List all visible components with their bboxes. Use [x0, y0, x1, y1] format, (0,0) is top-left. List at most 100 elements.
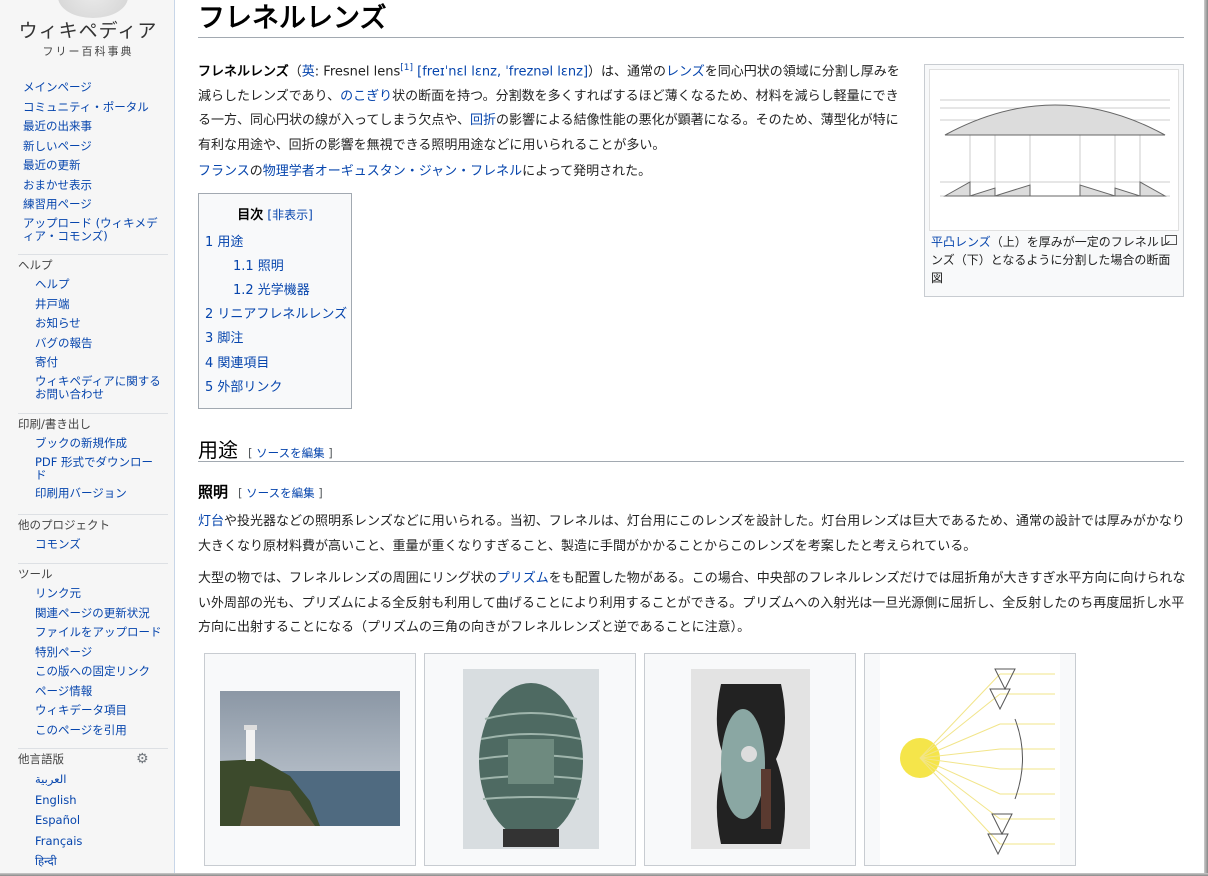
link-prism[interactable]: プリズム — [497, 571, 549, 586]
nav-item[interactable]: お知らせ — [35, 314, 168, 334]
toc-item[interactable]: 1.2 光学機器 — [233, 279, 310, 298]
lang-item[interactable]: English — [35, 790, 168, 811]
nav-item[interactable]: メインページ — [23, 78, 163, 98]
gallery-item — [864, 653, 1076, 866]
text: : Fresnel lens — [314, 64, 401, 80]
title-divider — [198, 37, 1184, 38]
nav-item[interactable]: リンク元 — [35, 584, 168, 604]
nav-item[interactable]: おまかせ表示 — [23, 176, 163, 196]
bracket: ] — [324, 446, 333, 460]
text: によって発明された。 — [522, 164, 652, 179]
figure-caption: 平凸レンズ（上）を厚みが一定のフレネルレンズ（下）となるように分割した場合の断面… — [931, 233, 1177, 287]
link-physicist[interactable]: 物理学者 — [263, 164, 315, 179]
edit-section: [ ソースを編集 ] — [248, 446, 333, 460]
table-of-contents: 目次 [非表示] 1 用途 1.1 照明 1.2 光学機器 2 リニアフレネルレ… — [198, 193, 352, 409]
section-title: 用途 — [198, 438, 238, 462]
nav-main: メインページ コミュニティ・ポータル 最近の出来事 新しいページ 最近の更新 お… — [23, 78, 163, 245]
nav-item[interactable]: ヘルプ — [35, 275, 168, 295]
edit-source-link[interactable]: ソースを編集 — [246, 486, 314, 500]
edit-source-link[interactable]: ソースを編集 — [256, 446, 324, 460]
nav-item[interactable]: 井戸端 — [35, 295, 168, 315]
toc-item[interactable]: 5 外部リンク — [205, 376, 282, 395]
toc-item[interactable]: 4 関連項目 — [205, 352, 269, 371]
link-fresnel[interactable]: オーギュスタン・ジャン・フレネル — [315, 164, 522, 179]
wikipedia-logo[interactable]: ウィキペディア フリー百科事典 — [18, 0, 158, 59]
toc-header: 目次 [非表示] — [199, 204, 351, 223]
nav-item[interactable]: ファイルをアップロード — [35, 623, 168, 643]
inventor-paragraph: フランスの物理学者オーギュスタン・ジャン・フレネルによって発明された。 — [198, 160, 908, 185]
article-content: フレネルレンズ フレネルレンズ（英: Fresnel lens[1] [freɪ… — [175, 0, 1205, 876]
portal-projects: 他のプロジェクト コモンズ — [18, 514, 168, 555]
link-france[interactable]: フランス — [198, 164, 250, 179]
nav-item[interactable]: 寄付 — [35, 353, 168, 373]
intro-paragraph: フレネルレンズ（英: Fresnel lens[1] [freɪˈnɛl lɛn… — [198, 56, 908, 158]
toc-title: 目次 — [237, 208, 264, 223]
nav-item[interactable]: 新しいページ — [23, 137, 163, 157]
lang-item[interactable]: العربية — [35, 769, 168, 790]
nav-item[interactable]: 練習用ページ — [23, 195, 163, 215]
portal-heading: ツール — [18, 567, 53, 581]
portal-print: 印刷/書き出し ブックの新規作成 PDF 形式でダウンロード 印刷用バージョン — [18, 413, 168, 503]
nav-item[interactable]: 関連ページの更新状況 — [35, 604, 168, 624]
reference-link[interactable]: [1] — [400, 63, 413, 73]
link-lens[interactable]: レンズ — [666, 64, 705, 79]
link-lighthouse[interactable]: 灯台 — [198, 514, 224, 529]
gallery-item — [644, 653, 856, 866]
prism-paragraph: 大型の物では、フレネルレンズの周囲にリング状のプリズムをも配置した物がある。この… — [198, 567, 1188, 641]
nav-item[interactable]: ブックの新規作成 — [35, 434, 155, 454]
nav-item[interactable]: 印刷用バージョン — [35, 484, 155, 504]
section-divider — [198, 461, 1184, 462]
nav-item[interactable]: 最近の出来事 — [23, 117, 163, 137]
gallery-item — [204, 653, 416, 866]
link-saw[interactable]: のこぎり — [340, 89, 392, 104]
nav-item[interactable]: PDF 形式でダウンロード — [35, 454, 155, 484]
lens-diagram-image[interactable] — [929, 69, 1179, 231]
subsection-title: 照明 — [198, 483, 229, 501]
portal-tools: ツール リンク元 関連ページの更新状況 ファイルをアップロード 特別ページ この… — [18, 563, 168, 740]
nav-item[interactable]: このページを引用 — [35, 721, 168, 741]
logo-title: ウィキペディア — [18, 20, 158, 42]
nav-item[interactable]: アップロード (ウィキメディア・コモンズ) — [23, 215, 163, 245]
page-title: フレネルレンズ — [198, 3, 387, 34]
section-heading-usage: 用途 [ ソースを編集 ] — [198, 434, 333, 463]
nav-item[interactable]: ウィキペディアに関するお問い合わせ — [35, 373, 168, 403]
portal-heading: ヘルプ — [18, 258, 53, 272]
nav-item[interactable]: バグの報告 — [35, 334, 168, 354]
portal-heading: 印刷/書き出し — [18, 417, 91, 431]
ipa-link[interactable]: [freɪˈnɛl lɛnz, ˈfreznəl lɛnz] — [413, 64, 588, 79]
prism-diagram-image[interactable] — [880, 654, 1060, 865]
link-planoconvex[interactable]: 平凸レンズ — [931, 235, 991, 249]
edit-section: [ ソースを編集 ] — [238, 486, 323, 500]
lens-apparatus-photo[interactable] — [691, 669, 810, 849]
magnify-icon[interactable] — [1165, 235, 1177, 245]
nav-item[interactable]: コミュニティ・ポータル — [23, 98, 163, 118]
lang-item[interactable]: हिन्दी — [35, 851, 168, 872]
nav-item[interactable]: 特別ページ — [35, 643, 168, 663]
toc-hide-toggle[interactable]: [非表示] — [267, 208, 312, 222]
text: や投光器などの照明系レンズなどに用いられる。当初、フレネルは、灯台用にこのレンズ… — [198, 514, 1185, 554]
toc-item[interactable]: 1.1 照明 — [233, 255, 284, 274]
link-diffraction[interactable]: 回折 — [470, 113, 496, 128]
intro-bold-term: フレネルレンズ — [198, 64, 289, 80]
text: の — [249, 164, 263, 179]
toc-item[interactable]: 3 脚注 — [205, 327, 243, 346]
link-english[interactable]: 英 — [302, 64, 315, 79]
lighting-paragraph: 灯台や投光器などの照明系レンズなどに用いられる。当初、フレネルは、灯台用にこのレ… — [198, 510, 1188, 559]
toc-item[interactable]: 2 リニアフレネルレンズ — [205, 303, 347, 322]
nav-item[interactable]: ウィキデータ項目 — [35, 701, 168, 721]
lang-item[interactable]: Français — [35, 831, 168, 852]
nav-item[interactable]: コモンズ — [35, 535, 168, 555]
lang-item[interactable]: Español — [35, 810, 168, 831]
window-edge — [1204, 0, 1208, 876]
gear-icon[interactable]: ⚙ — [136, 752, 150, 766]
nav-item[interactable]: ページ情報 — [35, 682, 168, 702]
browser-page: ウィキペディア フリー百科事典 メインページ コミュニティ・ポータル 最近の出来… — [0, 0, 1208, 876]
nav-item[interactable]: この版への固定リンク — [35, 662, 168, 682]
toc-item[interactable]: 1 用途 — [205, 231, 243, 250]
logo-subtitle: フリー百科事典 — [42, 45, 134, 58]
gallery-item — [424, 653, 636, 866]
lighthouse-photo[interactable] — [220, 691, 400, 826]
bracket: ] — [314, 486, 323, 500]
nav-item[interactable]: 最近の更新 — [23, 156, 163, 176]
fresnel-lens-photo[interactable] — [463, 669, 599, 849]
